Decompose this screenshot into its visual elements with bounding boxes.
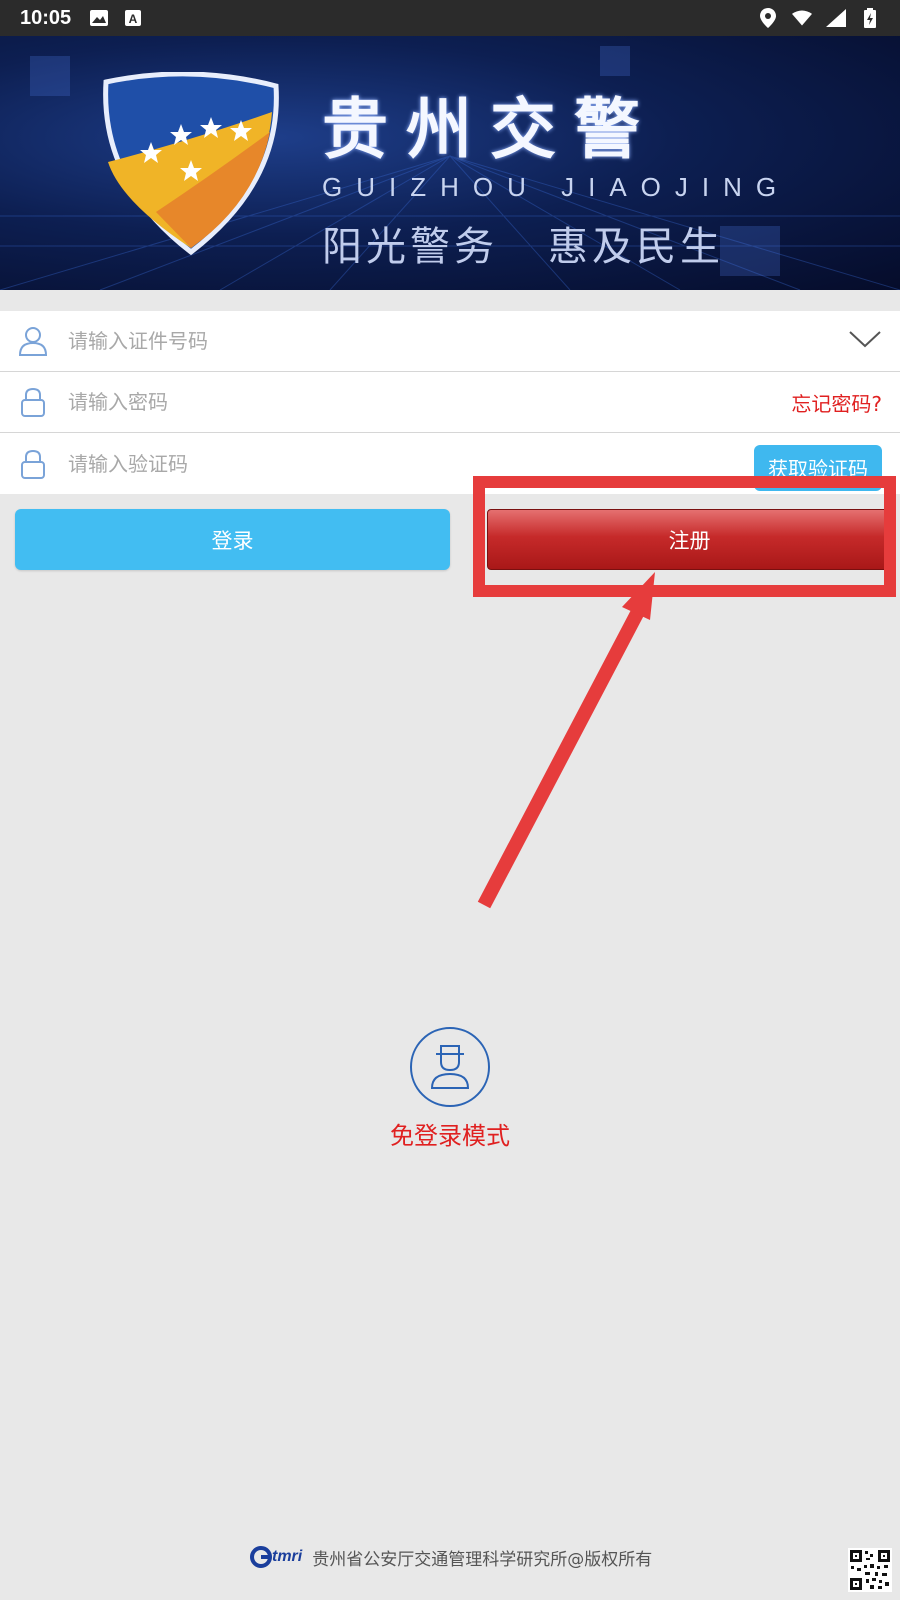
status-time: 10:05 — [20, 6, 72, 29]
police-officer-icon — [430, 1045, 470, 1089]
verification-code-input[interactable] — [68, 451, 754, 476]
login-button[interactable]: 登录 — [15, 509, 450, 570]
slogan-left: 阳光警务 — [322, 224, 498, 270]
tmri-logo: tmri — [250, 1546, 302, 1568]
wifi-icon — [792, 8, 812, 28]
status-bar: 10:05 A — [0, 0, 900, 36]
police-shield-logo — [103, 72, 279, 256]
password-input[interactable] — [68, 390, 792, 414]
verification-code-row: 获取验证码 — [0, 433, 900, 494]
id-number-input[interactable] — [68, 329, 848, 353]
font-icon: A — [123, 8, 143, 28]
location-icon — [758, 8, 778, 28]
qr-code-icon[interactable] — [848, 1548, 892, 1592]
register-button[interactable]: 注册 — [487, 509, 892, 570]
chevron-down-icon[interactable] — [848, 329, 882, 353]
banner-title: 贵州交警 — [322, 91, 658, 168]
copyright-text: 贵州省公安厅交通管理科学研究所@版权所有 — [312, 1549, 653, 1570]
signal-icon — [826, 8, 846, 28]
lock-icon — [18, 387, 48, 417]
lock-icon — [18, 449, 48, 479]
footer: tmri 贵州省公安厅交通管理科学研究所@版权所有 — [250, 1540, 652, 1574]
login-form: 忘记密码? 获取验证码 — [0, 311, 900, 494]
user-icon — [18, 326, 48, 356]
get-code-button[interactable]: 获取验证码 — [754, 444, 882, 491]
battery-icon — [860, 8, 880, 28]
forgot-password-link[interactable]: 忘记密码? — [791, 388, 882, 417]
banner-pinyin: GUIZHOU JIAOJING — [322, 172, 791, 202]
image-icon — [89, 8, 109, 28]
password-row: 忘记密码? — [0, 372, 900, 433]
slogan-right: 惠及民生 — [548, 224, 724, 270]
id-number-row — [0, 311, 900, 372]
guest-mode-label[interactable]: 免登录模式 — [0, 1116, 900, 1151]
tmri-g-icon — [250, 1546, 272, 1568]
tmri-logo-text: tmri — [272, 1548, 303, 1565]
banner: 贵州交警 GUIZHOU JIAOJING 阳光警务 惠及民生 — [0, 36, 900, 290]
svg-text:A: A — [129, 12, 138, 26]
guest-mode-icon[interactable] — [410, 1027, 490, 1107]
banner-slogan: 阳光警务 惠及民生 — [322, 214, 724, 272]
